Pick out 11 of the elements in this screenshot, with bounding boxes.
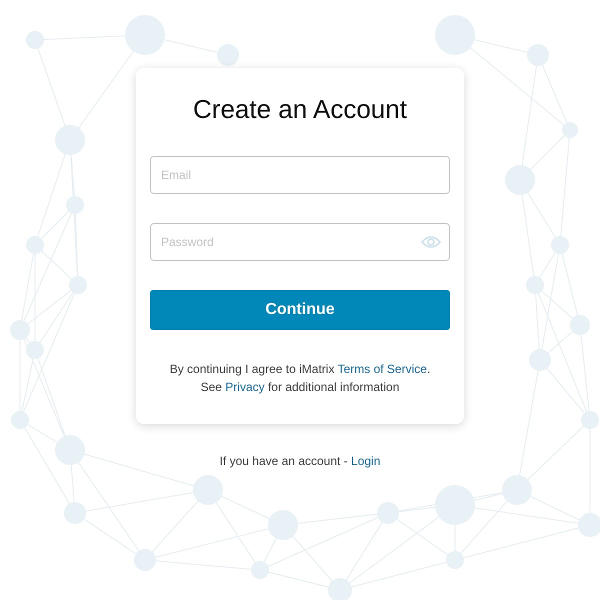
terms-link[interactable]: Privacy xyxy=(225,380,265,394)
input-field[interactable]: Password xyxy=(150,223,450,261)
terms-text: By continuing I agree to iMatrix Terms of Service. xyxy=(168,361,432,378)
login-prompt: If you have an account - Login xyxy=(220,454,380,468)
form-title: Create an Account xyxy=(192,94,408,124)
login-link[interactable]: Login xyxy=(351,454,380,468)
input-field[interactable]: Email xyxy=(150,156,450,194)
continue-button[interactable]: Continue xyxy=(150,290,450,330)
terms-text: See Privacy for additional information xyxy=(200,379,400,396)
eye-icon[interactable] xyxy=(421,235,441,249)
terms-link[interactable]: Terms of Service xyxy=(338,362,427,376)
